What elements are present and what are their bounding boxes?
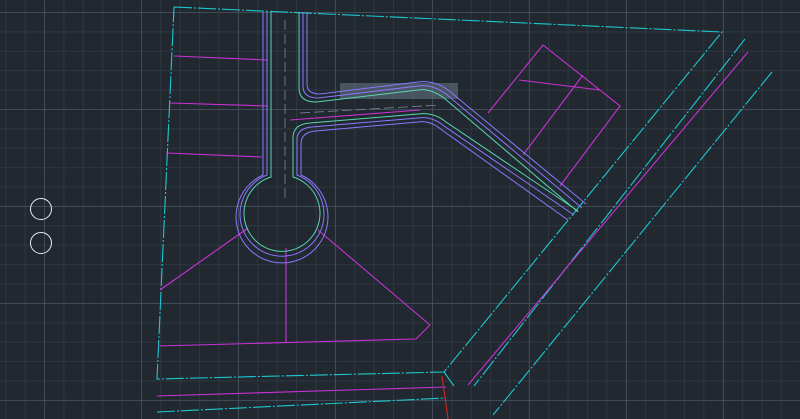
road-centerlines bbox=[243, 12, 579, 252]
circle-icon[interactable] bbox=[30, 232, 52, 254]
circle-icon[interactable] bbox=[30, 198, 52, 220]
cad-drawing-viewport[interactable] bbox=[0, 0, 800, 419]
site-plan-drawing[interactable] bbox=[0, 0, 800, 419]
section-line bbox=[441, 375, 449, 419]
road-edges bbox=[235, 12, 587, 264]
parcel-boundary bbox=[156, 6, 773, 416]
